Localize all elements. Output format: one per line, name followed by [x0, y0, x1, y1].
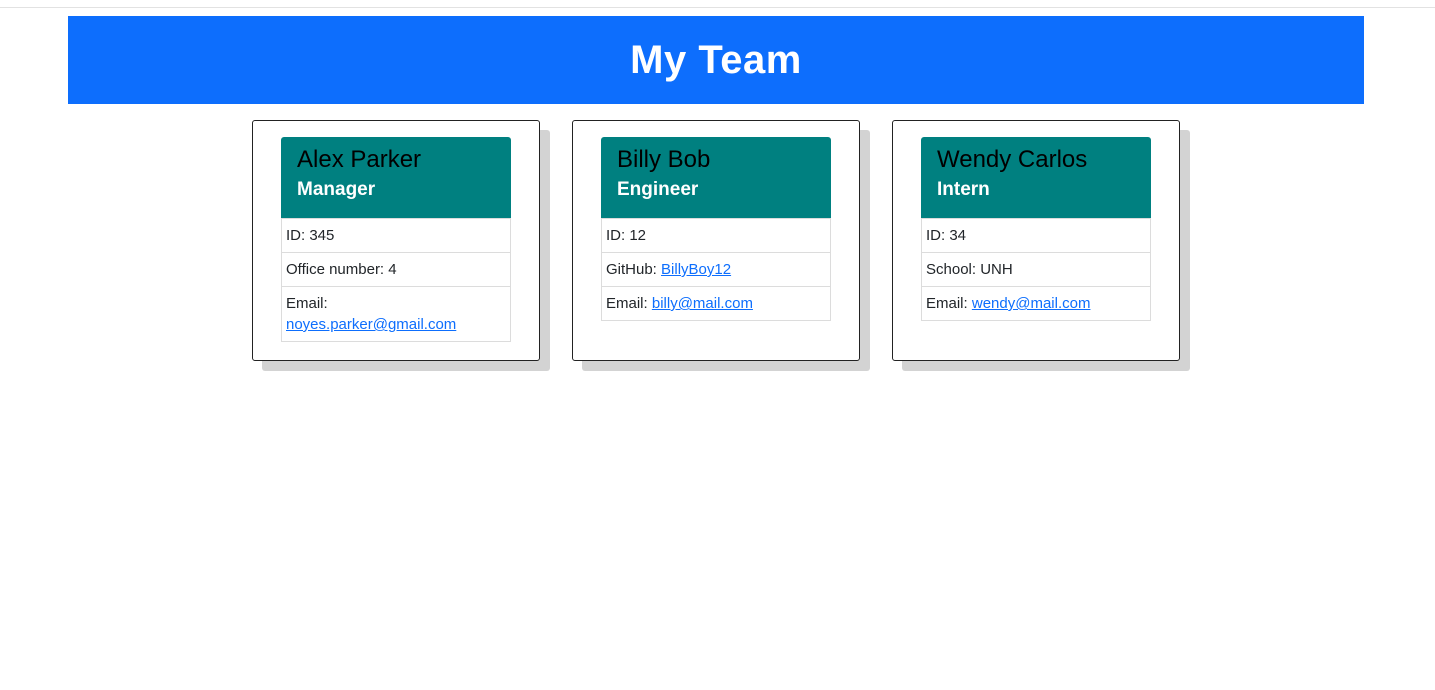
employee-id-text: ID: 34	[926, 227, 967, 244]
email-link[interactable]: billy@mail.com	[652, 295, 753, 312]
page-header: My Team	[68, 16, 1364, 104]
employee-id-text: ID: 12	[606, 227, 647, 244]
card-header: Alex Parker Manager	[281, 137, 511, 218]
employee-name: Alex Parker	[297, 146, 422, 173]
employee-office-number: Office number: 4	[281, 253, 511, 287]
employee-card-engineer: Billy Bob Engineer ID: 12 GitHub: BillyB…	[572, 120, 860, 361]
github-label: GitHub:	[606, 261, 657, 278]
employee-github: GitHub: BillyBoy12	[601, 253, 831, 287]
employee-email: Email: noyes.parker@gmail.com	[281, 287, 511, 342]
employee-details-list: ID: 12 GitHub: BillyBoy12 Email: billy@m…	[601, 218, 831, 321]
employee-id-text: ID: 345	[286, 227, 335, 244]
card-header: Billy Bob Engineer	[601, 137, 831, 218]
email-link[interactable]: wendy@mail.com	[972, 295, 1091, 312]
card-header: Wendy Carlos Intern	[921, 137, 1151, 218]
office-number-text: Office number: 4	[286, 261, 397, 278]
employee-email: Email: wendy@mail.com	[921, 287, 1151, 321]
employee-name: Wendy Carlos	[937, 146, 1088, 173]
employee-id: ID: 12	[601, 218, 831, 253]
employee-school: School: UNH	[921, 253, 1151, 287]
employee-role: Manager	[297, 179, 376, 200]
employee-card-manager: Alex Parker Manager ID: 345 Office numbe…	[252, 120, 540, 361]
page-title: My Team	[630, 37, 802, 82]
employee-id: ID: 34	[921, 218, 1151, 253]
employee-name: Billy Bob	[617, 146, 711, 173]
employee-role: Intern	[937, 179, 990, 200]
browser-top-divider	[0, 7, 1435, 8]
email-label: Email:	[926, 295, 968, 312]
email-label: Email:	[606, 295, 648, 312]
email-label: Email:	[286, 295, 328, 312]
github-link[interactable]: BillyBoy12	[661, 261, 731, 278]
employee-id: ID: 345	[281, 218, 511, 253]
employee-details-list: ID: 34 School: UNH Email: wendy@mail.com	[921, 218, 1151, 321]
email-link[interactable]: noyes.parker@gmail.com	[286, 316, 456, 333]
employee-card-intern: Wendy Carlos Intern ID: 34 School: UNH E…	[892, 120, 1180, 361]
employee-role: Engineer	[617, 179, 699, 200]
employee-details-list: ID: 345 Office number: 4 Email: noyes.par…	[281, 218, 511, 342]
employee-email: Email: billy@mail.com	[601, 287, 831, 321]
school-text: School: UNH	[926, 261, 1013, 278]
